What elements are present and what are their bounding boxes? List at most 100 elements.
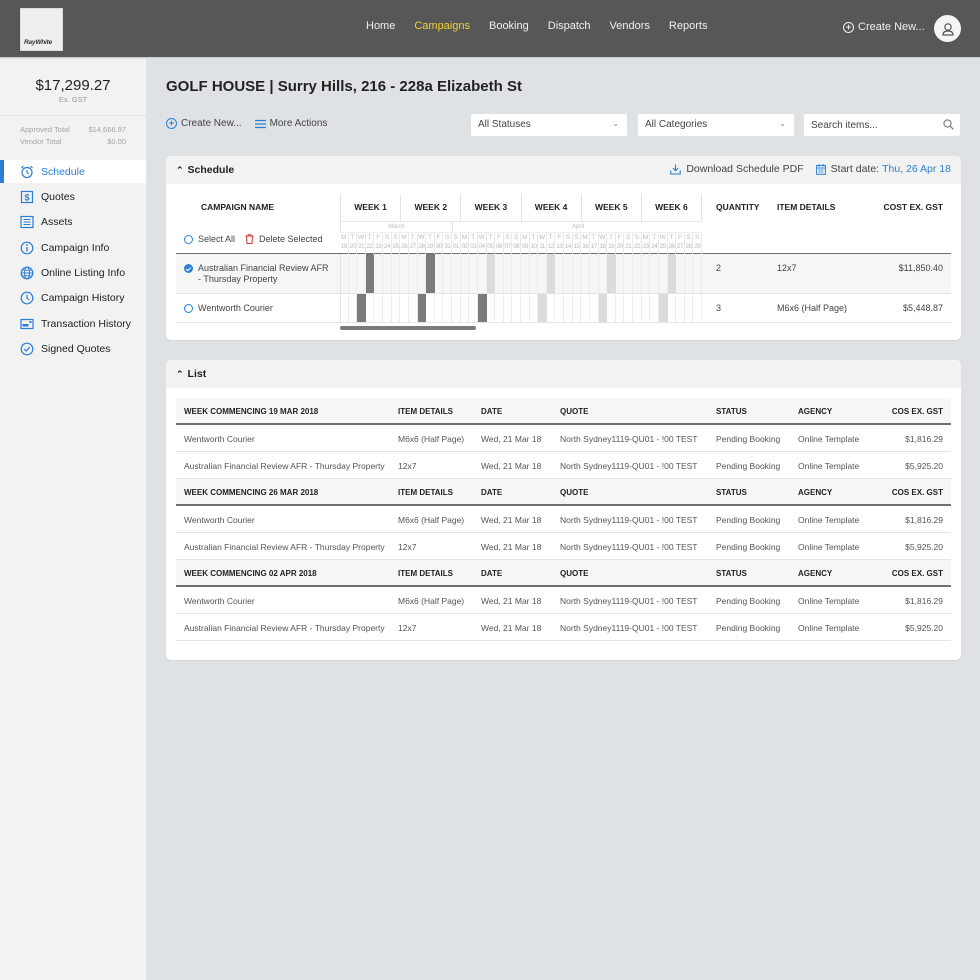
list-cell: Pending Booking	[716, 434, 781, 444]
list-cell: $1,816.29	[905, 434, 943, 444]
day-number: 24	[651, 243, 658, 250]
list-cell: Wed, 21 Mar 18	[481, 542, 542, 552]
day-column-header: T 29	[426, 233, 435, 254]
sidebar-item-campaign-info[interactable]: Campaign Info	[0, 236, 146, 259]
list-row[interactable]: Wentworth Courier M6x6 (Half Page) Wed, 21…	[176, 587, 951, 614]
week-header: WEEK 1	[341, 194, 402, 221]
main-nav: Home Campaigns Booking Dispatch Vendors …	[366, 20, 726, 32]
dollar-icon: $	[20, 190, 34, 204]
cost-cell: $11,850.40	[898, 263, 943, 273]
day-column-header: F 23	[374, 233, 384, 254]
day-number: 03	[470, 243, 477, 250]
campaign-name-cell: Australian Financial Review AFR - Thursd…	[184, 263, 333, 285]
day-number: 15	[573, 243, 580, 250]
trash-icon	[245, 234, 254, 244]
sidebar-item-schedule[interactable]: Schedule	[0, 160, 146, 183]
search-input[interactable]	[804, 114, 934, 136]
day-column-header: F 13	[555, 233, 565, 254]
total-note: Ex. GST	[58, 95, 88, 104]
nav-reports[interactable]: Reports	[669, 20, 708, 32]
subtotals: Approved Total $14,666.97 Vendor Total $0.…	[0, 116, 146, 154]
list-cell: 12x7	[398, 623, 417, 633]
nav-dispatch[interactable]: Dispatch	[548, 20, 591, 32]
campaign-total: $17,299.27 Ex. GST	[0, 59, 146, 115]
column-header: DATE	[481, 488, 503, 497]
download-schedule-pdf-button[interactable]: Download Schedule PDF	[670, 163, 804, 175]
sidebar-item-signed-quotes[interactable]: Signed Quotes	[0, 338, 146, 361]
status-filter-select[interactable]: All Statuses ⌄	[471, 114, 627, 136]
column-header: STATUS	[716, 488, 747, 497]
list-row[interactable]: Wentworth Courier M6x6 (Half Page) Wed, 21…	[176, 425, 951, 452]
day-number: 20	[349, 243, 356, 250]
collapse-caret-icon[interactable]: ⌃	[176, 369, 184, 380]
column-header: STATUS	[716, 407, 747, 416]
day-number: 26	[668, 243, 675, 250]
vendor-total-value: $0.00	[107, 137, 126, 146]
day-column-header: T 26	[668, 233, 677, 254]
column-header: STATUS	[716, 569, 747, 578]
day-number: 23	[375, 243, 382, 250]
column-header: COS EX. GST	[891, 569, 943, 578]
sidebar-item-online-listing-info[interactable]: Online Listing Info	[0, 262, 146, 285]
create-new-button[interactable]: + Create New...	[166, 118, 242, 129]
sidebar-item-label: Transaction History	[41, 317, 132, 330]
user-avatar[interactable]	[934, 15, 961, 42]
day-number: 05	[487, 243, 494, 250]
day-letter: F	[376, 234, 381, 241]
week-header: WEEK 4	[522, 194, 582, 221]
day-column-header: M 09	[521, 233, 530, 254]
raywhite-logo[interactable]: RayWhite	[20, 8, 63, 51]
create-new-menu-button[interactable]: + Create New...	[843, 21, 925, 33]
list-cell: North Sydney1119-QU01 - !00 TEST	[560, 623, 698, 633]
day-letter: T	[591, 234, 596, 241]
list-cell: Wentworth Courier	[184, 434, 255, 444]
nav-vendors[interactable]: Vendors	[610, 20, 650, 32]
day-letter: F	[617, 234, 622, 241]
week-header: WEEK 5	[582, 194, 642, 221]
plus-circle-icon: +	[843, 21, 854, 33]
column-header: DATE	[481, 407, 503, 416]
select-all-button[interactable]: Select All	[184, 234, 235, 244]
day-number: 16	[582, 243, 589, 250]
sidebar-item-campaign-history[interactable]: Campaign History	[0, 287, 146, 310]
day-number: 27	[409, 243, 417, 250]
nav-home[interactable]: Home	[366, 20, 395, 32]
search-icon[interactable]	[943, 119, 954, 130]
radio-icon	[184, 234, 193, 244]
delete-selected-button[interactable]: Delete Selected	[245, 234, 323, 244]
nav-campaigns[interactable]: Campaigns	[414, 20, 470, 32]
list-row[interactable]: Wentworth Courier M6x6 (Half Page) Wed, 21…	[176, 506, 951, 533]
category-filter-select[interactable]: All Categories ⌄	[638, 114, 794, 136]
radio-icon[interactable]	[184, 304, 193, 313]
collapse-caret-icon[interactable]: ⌃	[176, 165, 184, 176]
download-label: Download Schedule PDF	[686, 163, 804, 175]
day-number: 09	[521, 243, 529, 250]
start-date-picker[interactable]: Start date: Thu, 26 Apr 18	[815, 163, 951, 175]
sidebar-item-label: Campaign History	[41, 292, 125, 305]
list-cell: Pending Booking	[716, 623, 781, 633]
day-letter: F	[677, 234, 682, 241]
checked-radio-icon[interactable]	[184, 264, 193, 273]
sidebar-item-label: Online Listing Info	[41, 267, 126, 280]
horizontal-scrollbar[interactable]	[340, 326, 476, 330]
more-actions-button[interactable]: More Actions	[254, 118, 327, 129]
campaign-name-cell: Wentworth Courier	[184, 303, 273, 314]
list-row[interactable]: Australian Financial Review AFR - Thursd…	[176, 533, 951, 560]
sidebar-item-transaction-history[interactable]: Transaction History	[0, 312, 146, 335]
download-icon	[670, 164, 682, 175]
day-letter: S	[445, 234, 450, 241]
list-cell: $5,925.20	[905, 623, 943, 633]
list-row[interactable]: Australian Financial Review AFR - Thursd…	[176, 614, 951, 641]
day-letter: F	[557, 234, 562, 241]
schedule-row[interactable]: Wentworth Courier 3 M6x6 (Half Page) $5,…	[176, 294, 951, 322]
schedule-row[interactable]: Australian Financial Review AFR - Thursd…	[176, 254, 951, 294]
sidebar-item-quotes[interactable]: $ Quotes	[0, 185, 146, 208]
list-cell: Online Template	[798, 515, 860, 525]
week-commencing-heading: WEEK COMMENCING 19 MAR 2018	[184, 407, 319, 416]
nav-booking[interactable]: Booking	[489, 20, 529, 32]
search-box	[804, 114, 960, 136]
sidebar-item-assets[interactable]: Assets	[0, 211, 146, 234]
list-row[interactable]: Australian Financial Review AFR - Thursd…	[176, 452, 951, 479]
list-title: List	[187, 368, 207, 380]
day-column-header: S 01	[452, 233, 461, 254]
